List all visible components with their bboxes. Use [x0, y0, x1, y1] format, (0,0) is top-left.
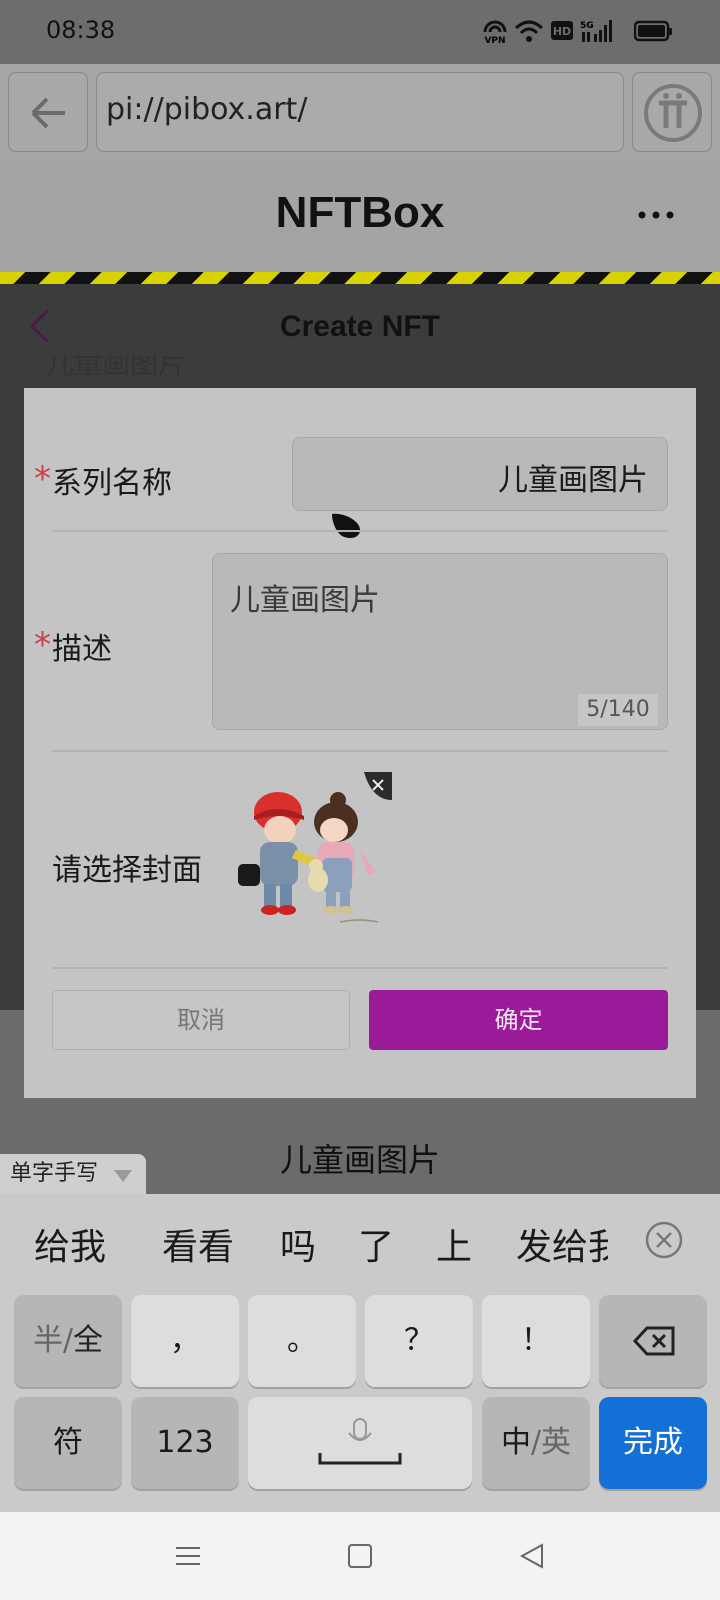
handwrite-mode-label: 单字手写	[10, 1161, 99, 1186]
divider	[52, 750, 668, 752]
5g-signal-icon: 5G	[580, 20, 612, 42]
divider	[52, 967, 668, 969]
wifi-icon	[514, 20, 544, 42]
candidate-word[interactable]: 看看	[162, 1218, 234, 1270]
battery-icon	[634, 20, 672, 42]
page-title: Create NFT	[279, 310, 441, 343]
hazard-strip	[0, 272, 720, 284]
close-candidates-icon[interactable]	[644, 1220, 684, 1260]
key-halfwidth-toggle[interactable]: 半/全	[14, 1295, 122, 1387]
vpn-icon: VPN	[483, 20, 507, 44]
key-done[interactable]: 完成	[599, 1397, 707, 1489]
required-mark: *	[34, 459, 51, 499]
description-value: 儿童画图片	[230, 583, 380, 618]
remove-cover-close-icon[interactable]	[364, 772, 392, 800]
candidate-word[interactable]: 了	[358, 1218, 394, 1270]
cover-label: 请选择封面	[52, 853, 202, 888]
candidate-word[interactable]: 吗	[280, 1218, 316, 1270]
key-backspace[interactable]	[599, 1295, 707, 1387]
background-series-text: 儿童画图片	[46, 356, 187, 380]
browser-back-button[interactable]	[8, 72, 88, 152]
menu-icon[interactable]	[174, 1542, 202, 1570]
cancel-button[interactable]: 取消	[52, 990, 350, 1050]
key-space[interactable]	[248, 1397, 472, 1489]
key-exclaim[interactable]: ！	[482, 1295, 590, 1387]
backspace-icon	[632, 1326, 675, 1356]
confirm-button[interactable]: 确定	[369, 990, 668, 1050]
series-name-value: 儿童画图片	[498, 463, 648, 498]
candidate-word[interactable]: 发给我	[514, 1212, 608, 1268]
key-question[interactable]: ？	[365, 1295, 473, 1387]
key-language-toggle[interactable]: 中/英	[482, 1397, 590, 1489]
status-time: 08:38	[46, 16, 116, 44]
back-triangle-icon[interactable]	[518, 1542, 546, 1570]
chevron-down-icon	[114, 1170, 132, 1182]
svg-text:VPN: VPN	[484, 36, 505, 44]
svg-text:5G: 5G	[580, 21, 594, 31]
candidate-word[interactable]: 给我	[34, 1218, 106, 1270]
pi-logo-icon	[644, 84, 702, 142]
home-square-icon[interactable]	[346, 1542, 374, 1570]
key-comma[interactable]: ，	[131, 1295, 239, 1387]
microphone-icon	[318, 1418, 402, 1465]
svg-text:HD: HD	[553, 25, 571, 38]
required-mark: *	[34, 625, 51, 665]
key-period[interactable]: 。	[248, 1295, 356, 1387]
description-label: 描述	[52, 632, 112, 667]
description-char-counter: 5/140	[578, 694, 658, 726]
series-name-label: 系列名称	[52, 466, 172, 501]
key-symbols[interactable]: 符	[14, 1397, 122, 1489]
back-arrow-icon	[31, 97, 65, 129]
text-cursor-handle-icon[interactable]	[330, 512, 362, 540]
more-dots-icon[interactable]	[636, 208, 676, 222]
hd-icon: HD	[551, 21, 573, 40]
key-numbers[interactable]: 123	[131, 1397, 239, 1489]
divider	[52, 530, 668, 532]
candidate-word[interactable]: 上	[436, 1218, 472, 1270]
pi-browser-button[interactable]	[632, 72, 712, 152]
app-title: NFTBox	[275, 188, 445, 237]
url-text: pi://pibox.art/	[106, 92, 308, 127]
